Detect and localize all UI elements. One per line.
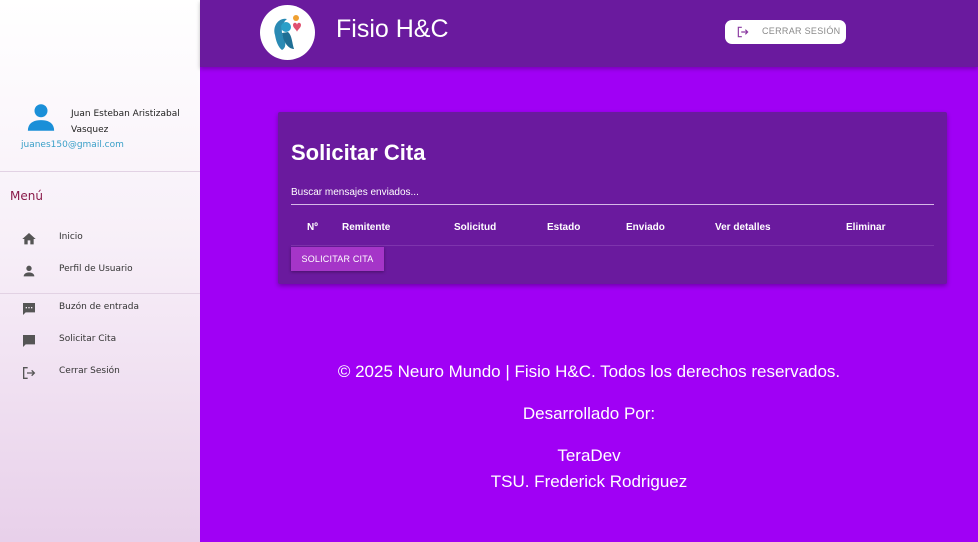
- footer-developer: TSU. Frederick Rodriguez: [490, 472, 688, 491]
- sidebar-item-inicio[interactable]: Inicio: [0, 225, 200, 253]
- user-avatar-icon: [27, 104, 55, 131]
- brand-name: Fisio H&C: [336, 15, 449, 43]
- sidebar-item-label: Inicio: [59, 232, 83, 242]
- sidebar: Juan Esteban Aristizabal Vasquez juanes1…: [0, 0, 200, 542]
- sidebar-item-label: Perfil de Usuario: [59, 264, 133, 274]
- inbox-icon: [23, 303, 35, 315]
- sidebar-item-solicitar-cita[interactable]: Solicitar Cita: [0, 327, 200, 355]
- column-header-request: Solicitud: [454, 222, 497, 233]
- footer-developed-by: Desarrollado Por:: [522, 404, 656, 423]
- brand-logo[interactable]: [260, 5, 315, 60]
- header-logout-button[interactable]: CERRAR SESIÓN: [725, 20, 846, 44]
- column-header-number: Nº: [307, 222, 318, 233]
- menu-title: Menú: [10, 189, 43, 203]
- sidebar-item-label: Solicitar Cita: [59, 334, 117, 344]
- person-icon: [23, 265, 35, 277]
- request-appointment-card: Solicitar Cita Nº Remitente Solicitud Es…: [278, 112, 947, 284]
- sidebar-item-cerrar-sesion[interactable]: Cerrar Sesión: [0, 359, 200, 387]
- logout-label: CERRAR SESIÓN: [762, 26, 841, 36]
- logo-icon: [261, 6, 314, 59]
- column-header-status: Estado: [547, 222, 581, 233]
- search-input[interactable]: [291, 180, 934, 205]
- column-header-sender: Remitente: [342, 222, 391, 233]
- logout-icon: [737, 26, 749, 38]
- sidebar-item-label: Cerrar Sesión: [59, 366, 120, 376]
- request-appointment-button[interactable]: SOLICITAR CITA: [291, 247, 384, 271]
- page-title: Solicitar Cita: [291, 140, 426, 165]
- user-email: juanes150@gmail.com: [21, 140, 124, 150]
- table-header-divider: [291, 245, 934, 246]
- sidebar-divider: [0, 171, 200, 172]
- top-header: Fisio H&C CERRAR SESIÓN: [200, 0, 978, 67]
- logout-icon: [23, 367, 36, 379]
- sidebar-item-perfil[interactable]: Perfil de Usuario: [0, 257, 200, 285]
- footer-team: TeraDev: [557, 446, 621, 465]
- home-icon: [22, 233, 36, 245]
- sidebar-item-label: Buzón de entrada: [59, 302, 139, 312]
- menu-divider: [0, 293, 200, 294]
- footer-copyright: © 2025 Neuro Mundo | Fisio H&C. Todos lo…: [337, 362, 841, 381]
- column-header-sent: Enviado: [626, 222, 665, 233]
- sidebar-item-buzon[interactable]: Buzón de entrada: [0, 295, 200, 323]
- column-header-details: Ver detalles: [715, 222, 771, 233]
- chat-icon: [23, 335, 35, 347]
- user-name: Juan Esteban Aristizabal Vasquez: [71, 109, 180, 135]
- column-header-delete: Eliminar: [846, 222, 886, 233]
